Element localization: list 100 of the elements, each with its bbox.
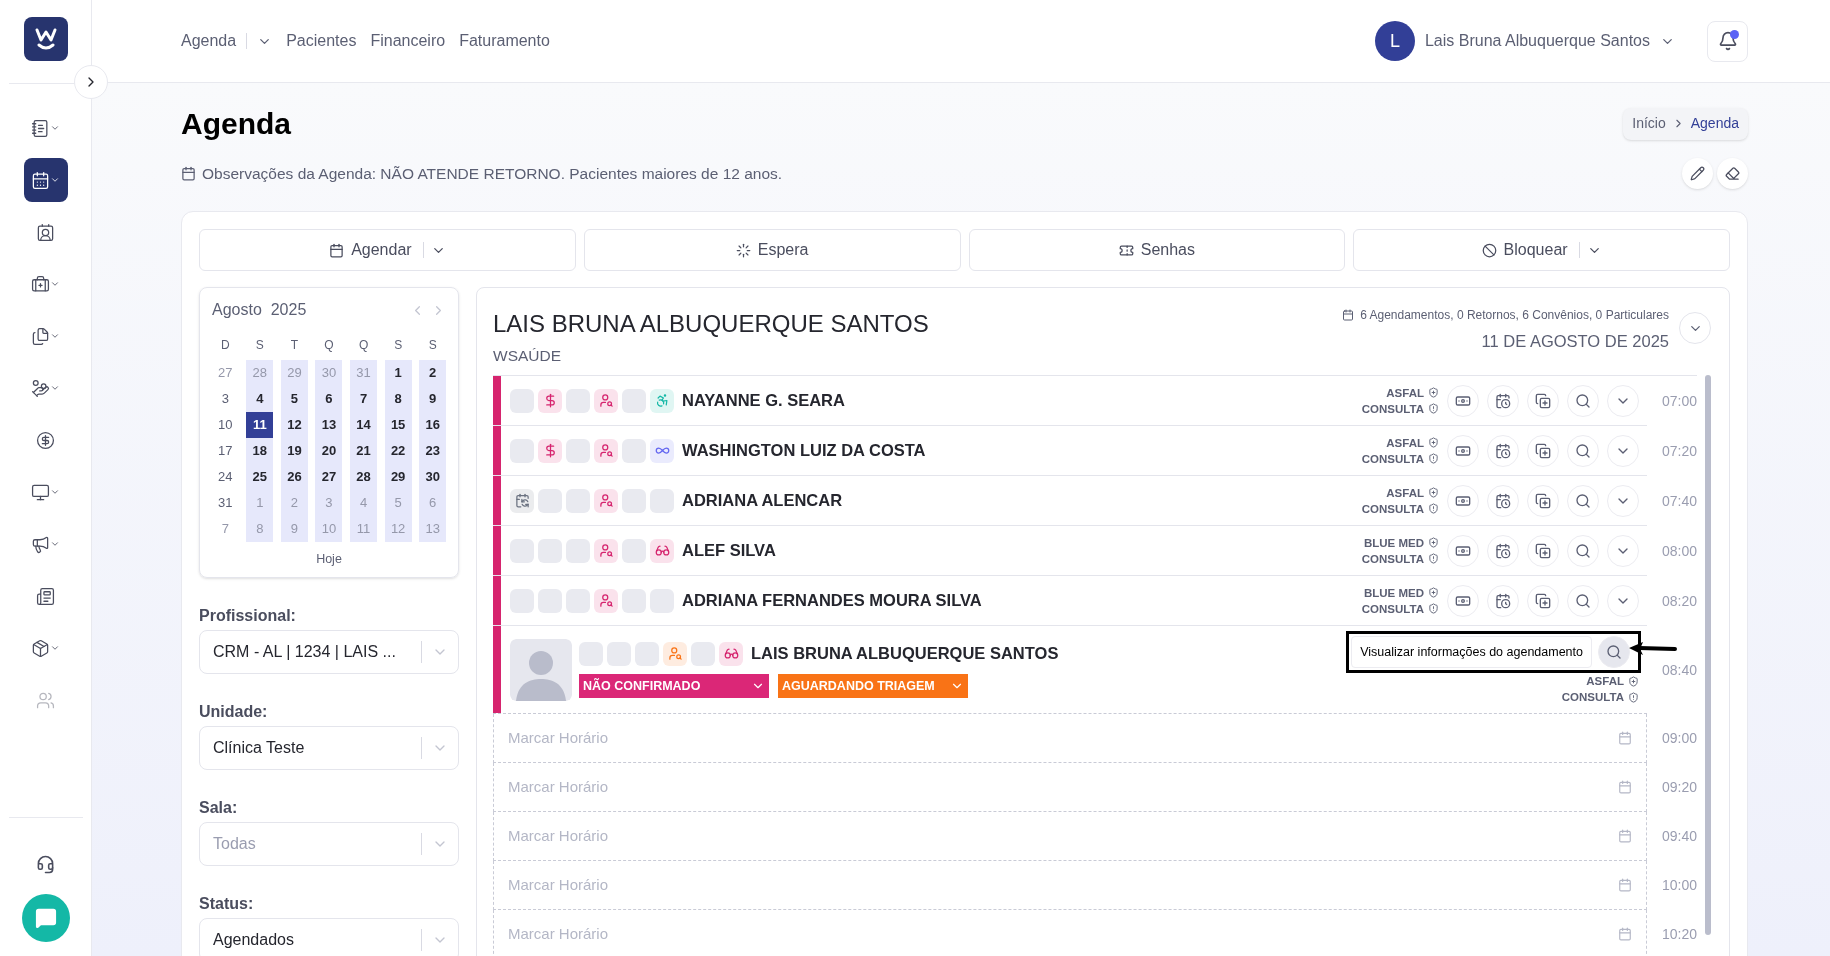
appointment-row[interactable]: NAYANNE G. SEARA ASFAL CONSULTA xyxy=(493,376,1647,427)
field-label: Profissional: xyxy=(199,606,296,624)
shield-icon xyxy=(1428,487,1439,499)
calendar-clock-icon xyxy=(1495,492,1511,509)
tooltip: Visualizar informações do agendamento xyxy=(1351,636,1592,669)
weekday-label: Q xyxy=(357,337,370,354)
procedure-name: CONSULTA xyxy=(1361,451,1424,467)
shield-icon xyxy=(1628,675,1639,687)
today-button[interactable]: Hoje xyxy=(316,550,342,569)
professional-name: LAIS BRUNA ALBUQUERQUE SANTOS xyxy=(493,309,929,339)
ban-icon xyxy=(1481,242,1497,258)
chevron-down-icon xyxy=(50,123,60,133)
shield-icon xyxy=(1428,453,1439,465)
time-label: 08:40 xyxy=(1660,660,1697,680)
procedure-name: CONSULTA xyxy=(1561,690,1624,706)
clear-button[interactable] xyxy=(1717,158,1748,189)
appointment-row[interactable]: ADRIANA FERNANDES MOURA SILVA BLUE MED CONSULTA xyxy=(493,576,1647,627)
calendar-day[interactable]: 17 xyxy=(211,438,239,464)
search-icon xyxy=(1575,492,1591,509)
search-icon xyxy=(1575,542,1591,559)
search-icon xyxy=(1575,442,1591,459)
patient-name: LAIS BRUNA ALBUQUERQUE SANTOS xyxy=(751,643,1059,665)
slot-placeholder: Marcar Horário xyxy=(508,728,609,748)
page-title: Agenda xyxy=(181,106,291,142)
calendar-day[interactable]: 31 xyxy=(211,490,239,516)
arrow-annotation xyxy=(1627,641,1677,658)
procedure-name: CONSULTA xyxy=(1361,551,1424,567)
loader-icon xyxy=(735,242,751,258)
select-field[interactable]: Agendados xyxy=(199,917,459,956)
nav-link[interactable]: Financeiro xyxy=(370,29,446,53)
breadcrumb-current: Agenda xyxy=(1690,114,1739,133)
calendar-day[interactable]: 11 xyxy=(246,412,274,438)
insurance-name: ASFAL xyxy=(1386,485,1424,501)
search-icon xyxy=(1575,592,1591,609)
time-label: 10:00 xyxy=(1660,876,1697,896)
app-logo[interactable] xyxy=(23,17,68,61)
weekday-label: Q xyxy=(323,337,335,354)
chevron-down-icon xyxy=(50,175,60,185)
search-icon xyxy=(1575,392,1591,409)
select-value: Clínica Teste xyxy=(213,737,305,758)
insurance-name: BLUE MED xyxy=(1363,585,1424,601)
select-placeholder: Todas xyxy=(213,833,256,854)
select-field[interactable]: CRM - AL | 1234 | LAIS ... xyxy=(199,629,459,674)
appointment-row[interactable]: WASHINGTON LUIZ DA COSTA ASFAL CONSULTA xyxy=(493,426,1647,477)
copy-icon xyxy=(1535,592,1551,609)
calendar-day[interactable]: 10 xyxy=(211,412,239,438)
action-button[interactable]: Agendar xyxy=(199,229,576,271)
time-label: 08:00 xyxy=(1660,541,1697,561)
pencil-icon xyxy=(1690,166,1705,181)
calendar-icon xyxy=(1618,829,1632,844)
eraser-icon xyxy=(1725,166,1740,181)
calendar-clock-icon xyxy=(1495,442,1511,459)
calendar-icon xyxy=(1342,309,1355,321)
calendar-icon xyxy=(329,242,345,258)
headset-icon xyxy=(36,854,55,874)
calendar-icon xyxy=(1618,780,1632,795)
nav-link[interactable]: Agenda xyxy=(181,29,273,53)
sidebar-item[interactable] xyxy=(23,158,68,202)
schedule-summary: 6 Agendamentos, 0 Retornos, 6 Convênios, 0 Particulares xyxy=(1360,307,1669,324)
slot-placeholder: Marcar Horário xyxy=(508,826,609,846)
shield-icon xyxy=(1428,587,1439,599)
breadcrumb-link[interactable]: Início xyxy=(1632,113,1666,134)
action-button[interactable]: Bloquear xyxy=(1353,229,1730,271)
status-dropdown[interactable]: NÃO CONFIRMADO xyxy=(579,674,769,699)
user-name[interactable]: Lais Bruna Albuquerque Santos xyxy=(1424,29,1650,53)
user-avatar[interactable]: L xyxy=(1374,21,1415,61)
insurance-name: BLUE MED xyxy=(1363,535,1424,551)
time-label: 09:40 xyxy=(1660,827,1697,847)
weekday-label: D xyxy=(219,337,231,354)
time-label: 09:00 xyxy=(1660,729,1697,749)
bell-icon xyxy=(1717,31,1738,51)
nav-link[interactable]: Pacientes xyxy=(286,29,357,53)
shield-icon xyxy=(1428,403,1439,415)
search-button[interactable] xyxy=(1598,636,1630,669)
action-button[interactable]: Espera xyxy=(583,229,961,271)
ticket-icon xyxy=(1118,242,1134,258)
nav-link[interactable]: Faturamento xyxy=(459,29,550,53)
field-label: Sala: xyxy=(199,798,238,816)
appointment-row[interactable]: ALEF SILVA BLUE MED CONSULTA xyxy=(493,526,1647,577)
action-button[interactable]: Senhas xyxy=(968,229,1346,271)
chevron-down-icon xyxy=(50,539,60,549)
insurance-name: ASFAL xyxy=(1586,674,1624,690)
calendar-day[interactable]: 3 xyxy=(211,386,239,412)
patient-name: WASHINGTON LUIZ DA COSTA xyxy=(682,440,926,462)
shield-icon xyxy=(1428,603,1439,615)
edit-button[interactable] xyxy=(1682,158,1713,189)
search-icon xyxy=(1606,644,1622,661)
select-field[interactable]: Clínica Teste xyxy=(199,725,459,770)
copy-icon xyxy=(1535,492,1551,509)
avatar-placeholder xyxy=(510,638,572,701)
patient-name: ADRIANA ALENCAR xyxy=(682,490,843,512)
agenda-notes: Observações da Agenda: NÃO ATENDE RETORNO. Pacientes maiores de 12 anos. xyxy=(202,163,783,184)
appointment-row[interactable]: ADRIANA ALENCAR ASFAL CONSULTA xyxy=(493,476,1647,527)
weekday-label: S xyxy=(427,337,438,354)
select-value: CRM - AL | 1234 | LAIS ... xyxy=(213,641,396,662)
insurance-name: ASFAL xyxy=(1386,385,1424,401)
calendar-day[interactable]: 24 xyxy=(211,464,239,490)
select-value: Agendados xyxy=(213,929,294,950)
notifications-button[interactable] xyxy=(1707,20,1748,62)
calendar-icon xyxy=(181,166,196,181)
